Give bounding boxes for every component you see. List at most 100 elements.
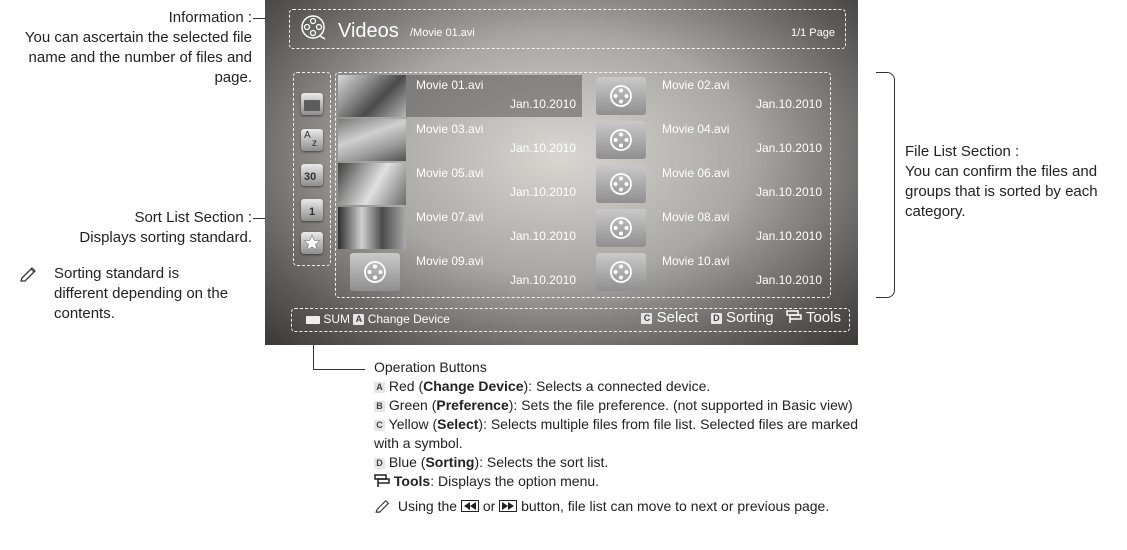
file-name: Movie 08.avi [662,210,730,224]
key-c-icon: C [374,419,385,431]
calendar-1-icon[interactable]: 1 [301,199,323,221]
file-date: Jan.10.2010 [755,141,822,155]
operation-page-note: Using the or button, file list can move … [374,497,914,516]
film-reel-icon [596,253,646,291]
film-reel-icon [596,209,646,247]
sorting-label: Sorting [726,309,774,326]
operation-bar: SUM A Change Device C Select D Sorting T… [291,308,850,332]
sort-list: A z 30 1 [293,72,331,266]
rewind-button-icon [460,500,479,512]
tools-label: Tools [805,309,841,326]
file-name: Movie 09.avi [416,254,484,268]
fast-forward-button-icon [499,500,518,512]
pencil-note-icon [375,499,390,513]
sorting-note-line3: contents. [54,305,115,322]
file-item-movie-10[interactable]: Movie 10.avi Jan.10.2010 [584,251,828,293]
tools-icon [374,474,390,487]
file-item-movie-06[interactable]: Movie 06.avi Jan.10.2010 [584,163,828,205]
select-button[interactable]: C Select [641,309,702,326]
information-annotation: Information : You can ascertain the sele… [0,8,252,88]
information-line2: name and the number of files and [28,49,252,66]
file-item-movie-05[interactable]: Movie 05.avi Jan.10.2010 [338,163,582,205]
file-list-line2: groups that is sorted by each [905,183,1098,200]
film-reel-icon [596,121,646,159]
key-d-icon: D [710,312,722,324]
file-name: Movie 05.avi [416,166,484,180]
file-name: Movie 07.avi [416,210,484,224]
file-list-line3: category. [905,203,966,220]
operation-blue: D Blue (Sorting): Selects the sort list. [374,453,914,472]
file-date: Jan.10.2010 [509,141,576,155]
file-date: Jan.10.2010 [509,229,576,243]
key-d-icon: D [374,457,385,469]
key-c-icon: C [641,312,653,324]
key-a-icon: A [353,314,365,326]
file-name: Movie 01.avi [416,78,484,92]
change-device-button[interactable]: SUM A Change Device [306,312,450,326]
file-list-title: File List Section : [905,143,1020,160]
file-name: Movie 04.avi [662,122,730,136]
file-item-movie-04[interactable]: Movie 04.avi Jan.10.2010 [584,119,828,161]
file-list-bracket [876,72,895,298]
key-a-icon: A [374,381,385,393]
pencil-note-icon [20,267,36,282]
file-date: Jan.10.2010 [755,273,822,287]
sorting-note: Sorting standard is different depending … [20,264,240,324]
selected-file-path: /Movie 01.avi [410,27,475,39]
file-item-movie-01[interactable]: Movie 01.avi Jan.10.2010 [338,75,582,117]
key-b-icon: B [374,400,385,412]
page-title: Videos [338,20,399,42]
sort-list-desc: Displays sorting standard. [79,229,252,246]
file-date: Jan.10.2010 [509,185,576,199]
operation-green: B Green (Preference): Sets the file pref… [374,396,914,415]
file-item-movie-02[interactable]: Movie 02.avi Jan.10.2010 [584,75,828,117]
star-icon[interactable] [301,232,323,254]
information-line1: You can ascertain the selected file [24,29,252,46]
file-name: Movie 03.avi [416,122,484,136]
usb-device-icon [306,315,320,324]
file-item-movie-09[interactable]: Movie 09.avi Jan.10.2010 [338,251,582,293]
sorting-note-line1: Sorting standard is [54,265,180,282]
tv-screen: Videos /Movie 01.avi 1/1 Page A z 30 1 M… [265,0,858,345]
sort-list-annotation: Sort List Section : Displays sorting sta… [0,208,252,248]
folder-icon[interactable] [301,93,323,115]
operation-title: Operation Buttons [374,359,487,375]
file-list-line1: You can confirm the files and [905,163,1098,180]
file-name: Movie 10.avi [662,254,730,268]
sorting-note-line2: different depending on the [54,285,229,302]
film-reel-icon [596,165,646,203]
file-item-movie-03[interactable]: Movie 03.avi Jan.10.2010 [338,119,582,161]
select-label: Select [656,309,699,326]
file-list-annotation: File List Section : You can confirm the … [905,142,1127,222]
film-reel-icon [350,253,400,291]
operation-leader-horizontal [313,369,365,370]
file-list: Movie 01.avi Jan.10.2010 Movie 02.avi Ja… [335,72,831,298]
alphabet-icon[interactable]: A z [301,129,323,151]
film-reel-icon [301,15,326,40]
file-item-movie-08[interactable]: Movie 08.avi Jan.10.2010 [584,207,828,249]
tools-button[interactable]: Tools [786,309,841,326]
video-thumbnail [338,75,406,117]
page-indicator: 1/1 Page [790,27,835,39]
information-line3: page. [214,69,252,86]
sort-list-title: Sort List Section : [134,209,252,226]
file-date: Jan.10.2010 [509,97,576,111]
file-date: Jan.10.2010 [755,185,822,199]
video-thumbnail [338,119,406,161]
file-name: Movie 02.avi [662,78,730,92]
operation-tools: Tools: Displays the option menu. [374,472,914,491]
file-date: Jan.10.2010 [509,273,576,287]
sorting-button[interactable]: D Sorting [710,309,778,326]
tools-icon [786,310,802,323]
file-item-movie-07[interactable]: Movie 07.avi Jan.10.2010 [338,207,582,249]
calendar-30-icon[interactable]: 30 [301,164,323,186]
file-date: Jan.10.2010 [755,229,822,243]
information-bar: Videos /Movie 01.avi 1/1 Page [289,9,846,49]
video-thumbnail [338,163,406,205]
sum-label: SUM [323,312,351,326]
operation-annotation: Operation Buttons A Red (Change Device):… [374,358,914,516]
change-device-label: Change Device [367,312,450,326]
operation-yellow-cont: with a symbol. [374,435,463,451]
operation-yellow: C Yellow (Select): Selects multiple file… [374,415,914,434]
video-thumbnail [338,207,406,249]
